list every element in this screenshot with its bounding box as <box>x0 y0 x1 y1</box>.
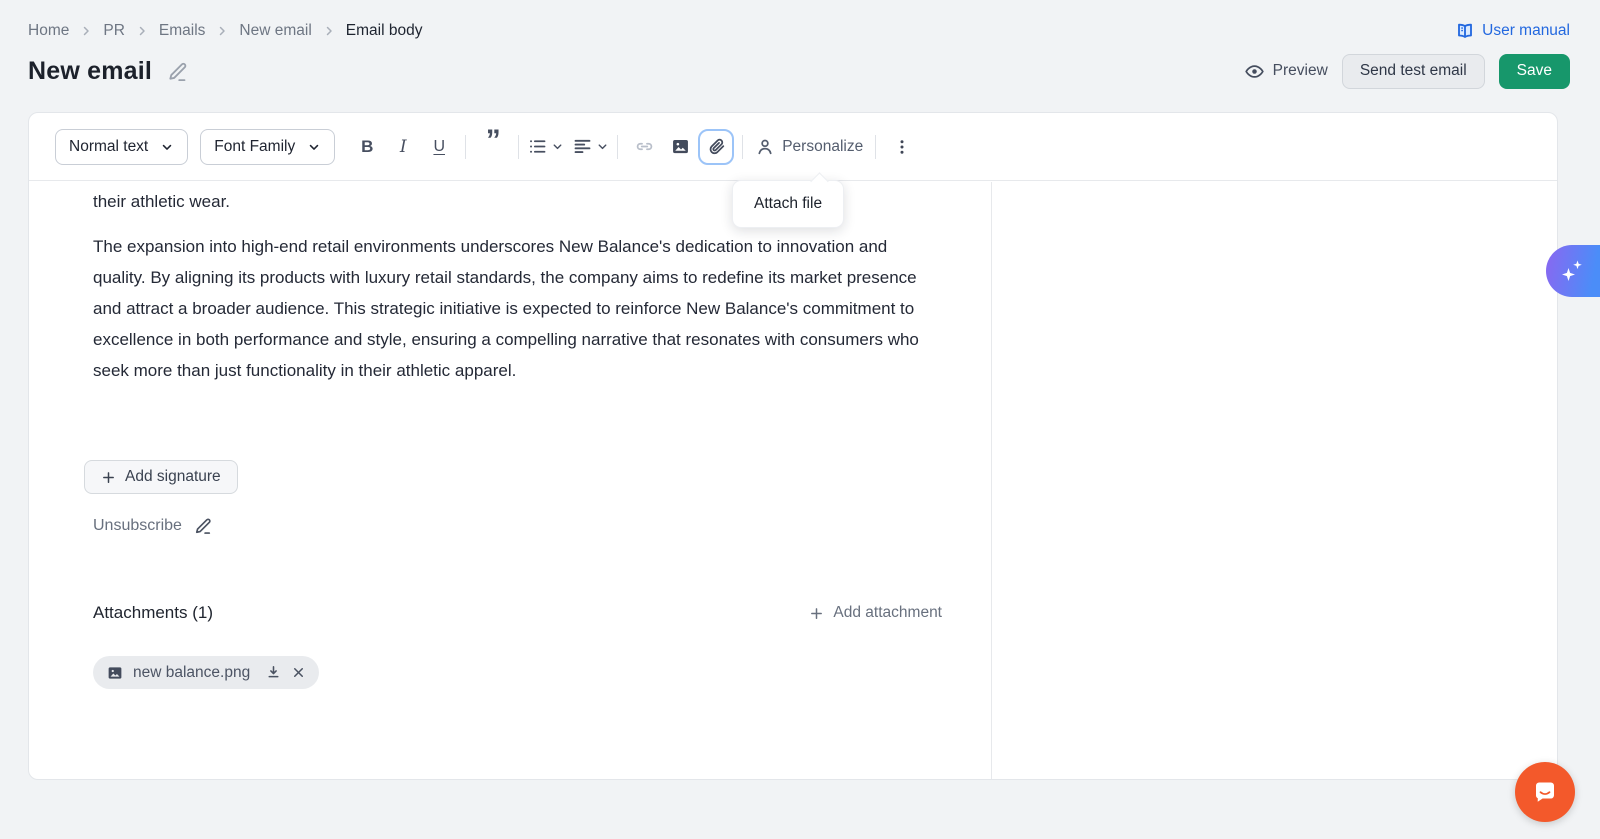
preview-button[interactable]: Preview <box>1244 61 1328 82</box>
chevron-right-icon <box>136 25 148 37</box>
toolbar-separator <box>518 135 519 159</box>
breadcrumb-emails[interactable]: Emails <box>159 22 206 40</box>
editor-surface[interactable]: their athletic wear. The expansion into … <box>29 182 991 779</box>
add-attachment-button[interactable]: Add attachment <box>809 604 942 622</box>
edit-title-icon[interactable] <box>166 60 189 83</box>
paragraph-style-value: Normal text <box>69 138 148 156</box>
ai-assistant-button[interactable] <box>1546 245 1600 297</box>
insert-link-button[interactable] <box>626 129 662 165</box>
attachments-title: Attachments (1) <box>93 603 213 623</box>
eye-icon <box>1244 61 1265 82</box>
attachments-header: Attachments (1) Add attachment <box>93 603 942 623</box>
more-options-button[interactable] <box>884 129 920 165</box>
header-actions: Preview Send test email Save <box>1244 54 1570 89</box>
editor-toolbar: Normal text Font Family B I U ” <box>29 113 1557 181</box>
bullet-list-icon <box>527 136 548 157</box>
font-family-select[interactable]: Font Family <box>200 129 335 165</box>
topbar: Home PR Emails New email Email body User… <box>28 18 1570 44</box>
user-manual-label: User manual <box>1482 22 1570 40</box>
insert-image-button[interactable] <box>662 129 698 165</box>
image-icon <box>670 136 691 157</box>
email-editor-card: Normal text Font Family B I U ” <box>28 112 1558 780</box>
add-attachment-label: Add attachment <box>833 604 942 622</box>
breadcrumb-new-email[interactable]: New email <box>239 22 311 40</box>
breadcrumb-email-body: Email body <box>346 22 423 40</box>
remove-attachment-icon[interactable] <box>291 665 306 680</box>
toolbar-separator <box>742 135 743 159</box>
book-icon <box>1455 21 1475 41</box>
bold-label: B <box>361 137 373 157</box>
personalize-label: Personalize <box>782 138 863 156</box>
attach-file-tooltip-label: Attach file <box>754 195 822 212</box>
quote-icon: ” <box>486 136 499 158</box>
blockquote-button[interactable]: ” <box>474 129 510 165</box>
sparkles-icon <box>1556 254 1590 288</box>
attachment-item: new balance.png <box>93 656 319 689</box>
chevron-down-icon <box>596 140 609 153</box>
italic-button[interactable]: I <box>385 129 421 165</box>
edit-unsubscribe-icon[interactable] <box>193 516 213 536</box>
unsubscribe-block: Unsubscribe <box>93 516 213 536</box>
attach-file-tooltip: Attach file <box>732 180 844 228</box>
kebab-menu-icon <box>893 138 911 156</box>
breadcrumb-home[interactable]: Home <box>28 22 69 40</box>
image-file-icon <box>106 664 124 682</box>
font-family-value: Font Family <box>214 138 295 156</box>
person-icon <box>755 137 775 157</box>
header-row: New email Preview Send test email Save <box>28 52 1570 90</box>
plus-icon <box>101 470 116 485</box>
editor-body: their athletic wear. The expansion into … <box>29 182 1557 779</box>
breadcrumb-pr[interactable]: PR <box>103 22 125 40</box>
underline-label: U <box>433 138 445 156</box>
save-button[interactable]: Save <box>1499 54 1570 89</box>
preview-label: Preview <box>1273 62 1328 80</box>
chevron-down-icon <box>160 140 174 154</box>
text-align-button[interactable] <box>572 129 609 165</box>
plus-icon <box>809 606 824 621</box>
add-signature-button[interactable]: Add signature <box>84 460 238 494</box>
chevron-right-icon <box>80 25 92 37</box>
unsubscribe-label: Unsubscribe <box>93 517 182 535</box>
chevron-right-icon <box>323 25 335 37</box>
paperclip-icon <box>706 136 727 157</box>
editor-side-panel <box>992 182 1557 779</box>
paragraph-style-select[interactable]: Normal text <box>55 129 188 165</box>
chat-bubble-icon <box>1530 777 1560 807</box>
toolbar-separator <box>617 135 618 159</box>
page-title: New email <box>28 57 152 86</box>
download-attachment-icon[interactable] <box>265 664 282 681</box>
chevron-down-icon <box>551 140 564 153</box>
italic-label: I <box>400 137 407 157</box>
align-left-icon <box>572 136 593 157</box>
email-body-paragraph: The expansion into high-end retail envir… <box>93 231 941 386</box>
chat-widget-button[interactable] <box>1515 762 1575 822</box>
attachment-file-name: new balance.png <box>133 664 250 682</box>
bold-button[interactable]: B <box>349 129 385 165</box>
user-manual-link[interactable]: User manual <box>1455 21 1570 41</box>
add-signature-label: Add signature <box>125 468 221 486</box>
attach-file-button[interactable] <box>698 129 734 165</box>
chevron-down-icon <box>307 140 321 154</box>
breadcrumb: Home PR Emails New email Email body <box>28 22 422 40</box>
chevron-right-icon <box>216 25 228 37</box>
send-test-email-button[interactable]: Send test email <box>1342 54 1485 89</box>
underline-button[interactable]: U <box>421 129 457 165</box>
toolbar-separator <box>875 135 876 159</box>
personalize-button[interactable]: Personalize <box>751 137 867 157</box>
toolbar-separator <box>465 135 466 159</box>
list-style-button[interactable] <box>527 129 564 165</box>
link-icon <box>634 136 655 157</box>
